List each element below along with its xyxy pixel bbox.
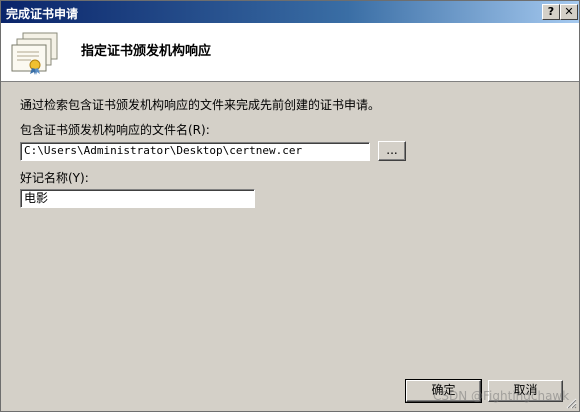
file-name-label: 包含证书颁发机构响应的文件名(R): (20, 123, 210, 137)
dialog-window: 完成证书申请 ? ✕ 指定证书颁发机构响应 通过检索包含证书颁发机构响应的文件来… (0, 0, 580, 412)
window-title: 完成证书申请 (6, 7, 79, 21)
browse-button[interactable]: ... (378, 141, 406, 161)
file-name-input[interactable]: C:\Users\Administrator\Desktop\certnew.c… (20, 142, 370, 161)
certificate-icon (11, 31, 61, 78)
watermark-text: CSDN @Fightingchawk (433, 389, 570, 403)
friendly-name-input[interactable]: 电影 (20, 189, 255, 208)
header-title: 指定证书颁发机构响应 (81, 44, 212, 59)
friendly-name-label: 好记名称(Y): (20, 171, 89, 185)
resize-grip-icon[interactable] (565, 397, 577, 409)
description-text: 通过检索包含证书颁发机构响应的文件来完成先前创建的证书申请。 (20, 98, 381, 112)
title-bar[interactable]: 完成证书申请 ? ✕ (1, 1, 579, 23)
close-button[interactable]: ✕ (560, 4, 578, 20)
dialog-header: 指定证书颁发机构响应 (1, 23, 579, 82)
help-button[interactable]: ? (542, 4, 560, 20)
